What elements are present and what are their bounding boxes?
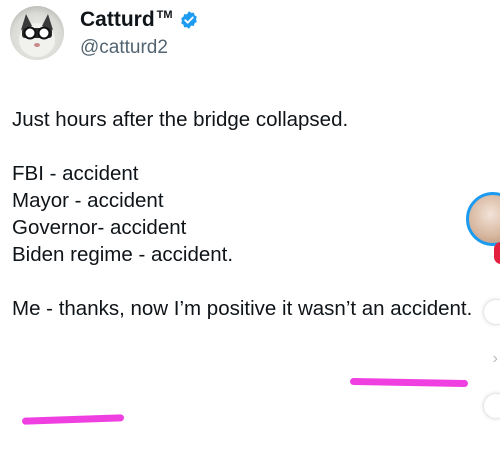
tweet-line: Just hours after the bridge collapsed. bbox=[12, 108, 349, 131]
avatar[interactable] bbox=[10, 6, 64, 60]
verified-badge-icon bbox=[180, 11, 197, 29]
author-name: Catturd TM bbox=[80, 8, 173, 32]
author-handle[interactable]: @catturd2 bbox=[80, 37, 168, 59]
side-circle-button[interactable] bbox=[484, 300, 500, 324]
side-notification-dot bbox=[494, 242, 500, 264]
tweet-author[interactable]: Catturd TM bbox=[80, 8, 199, 32]
highlight-underline bbox=[21, 414, 125, 425]
tweet-line: Biden regime - accident. bbox=[12, 243, 234, 266]
tweet-line: Governor- accident bbox=[12, 216, 187, 239]
cat-avatar-icon bbox=[19, 14, 55, 57]
side-marker-icon: › bbox=[492, 350, 498, 367]
highlight-underline bbox=[349, 377, 469, 388]
side-circle-button[interactable] bbox=[484, 394, 500, 418]
tweet-line: Me - thanks, now I’m positive it wasn’t … bbox=[12, 297, 473, 320]
tweet-text: Just hours after the bridge collapsed. F… bbox=[12, 106, 482, 322]
tweet-line: Mayor - accident bbox=[12, 189, 164, 212]
tweet-line: FBI - accident bbox=[12, 162, 139, 185]
author-name-text: Catturd bbox=[80, 8, 155, 31]
trademark-mark: TM bbox=[156, 9, 173, 21]
